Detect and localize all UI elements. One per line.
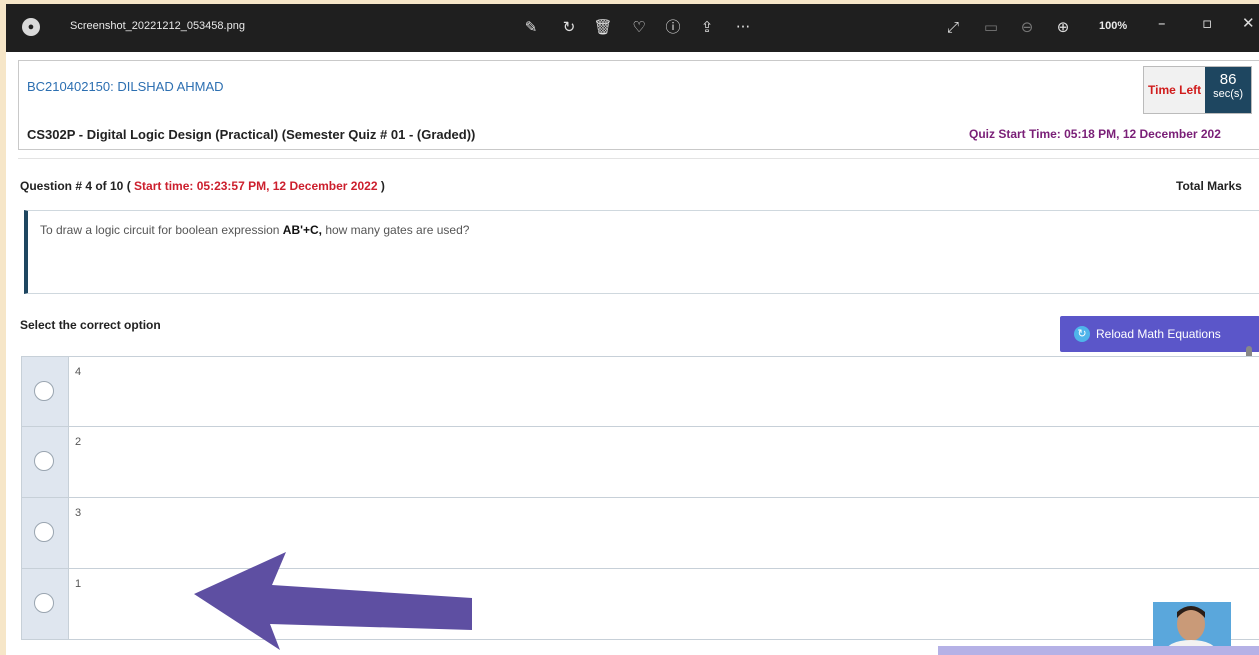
boolean-expression: AB'+C, (282, 223, 322, 237)
refresh-icon: ↻ (1074, 326, 1090, 342)
minimize-icon[interactable]: – (1158, 14, 1166, 32)
question-box: To draw a logic circuit for boolean expr… (24, 210, 1259, 294)
total-marks: Total Marks (1176, 179, 1242, 193)
option-text: 3 (75, 507, 82, 519)
quiz-start-time: Quiz Start Time: 05:18 PM, 12 December 2… (969, 127, 1221, 141)
option-text: 1 (75, 578, 82, 590)
file-name: Screenshot_20221212_053458.png (70, 20, 245, 32)
option-radio[interactable] (34, 522, 54, 542)
bottom-button-edge[interactable] (938, 646, 1259, 655)
student-name: BC210402150: DILSHAD AHMAD (27, 79, 224, 94)
question-text-pre: To draw a logic circuit for boolean expr… (40, 223, 283, 237)
heart-icon[interactable]: ♡ (628, 16, 650, 38)
restore-icon[interactable]: ▫ (1202, 14, 1212, 32)
option-radio[interactable] (34, 451, 54, 471)
time-left-value: 86 (1219, 71, 1237, 88)
radio-cell (22, 498, 69, 568)
option-text: 2 (75, 436, 82, 448)
reload-button-label: Reload Math Equations (1096, 327, 1221, 341)
time-left-label: Time Left (1144, 67, 1206, 113)
radio-cell (22, 569, 69, 639)
zoom-in-icon[interactable]: ⊕ (1052, 16, 1074, 38)
time-left-box: Time Left 86 sec(s) (1143, 66, 1253, 114)
time-left-unit: sec(s) (1213, 88, 1244, 100)
fit-icon[interactable]: ▭ (980, 16, 1002, 38)
photo-viewer-toolbar: ● Screenshot_20221212_053458.png ✎ ↻ 🗑 ♡… (6, 4, 1259, 52)
reload-math-equations-button[interactable]: ↻ Reload Math Equations (1060, 316, 1259, 352)
close-icon[interactable]: ✕ (1242, 14, 1255, 32)
option-row[interactable]: 2 (21, 427, 1259, 498)
zoom-out-icon[interactable]: ⊖ (1016, 16, 1038, 38)
zoom-level: 100% (1099, 20, 1128, 32)
question-number: Question # 4 of 10 ( Start time: 05:23:5… (20, 179, 385, 193)
option-row[interactable]: 4 (21, 356, 1259, 427)
question-text-post: how many gates are used? (322, 223, 470, 237)
annotation-arrow-icon (194, 552, 472, 650)
course-title: CS302P - Digital Logic Design (Practical… (27, 127, 476, 142)
more-icon[interactable]: ··· (732, 16, 754, 38)
radio-cell (22, 357, 69, 426)
delete-icon[interactable]: 🗑 (592, 16, 614, 38)
option-radio[interactable] (34, 381, 54, 401)
rotate-icon[interactable]: ↻ (558, 16, 580, 38)
option-text: 4 (75, 366, 82, 378)
question-start-time: Start time: 05:23:57 PM, 12 December 202… (134, 179, 378, 193)
quiz-header: BC210402150: DILSHAD AHMAD CS302P - Digi… (18, 60, 1259, 150)
share-icon[interactable]: ⇪ (696, 16, 718, 38)
fullscreen-icon[interactable]: ⤢ (942, 16, 964, 38)
info-icon[interactable]: ⓘ (662, 16, 684, 38)
question-text: To draw a logic circuit for boolean expr… (40, 223, 469, 237)
quiz-page: BC210402150: DILSHAD AHMAD CS302P - Digi… (6, 52, 1259, 655)
question-suffix: ) (380, 179, 385, 193)
photos-app-icon: ● (22, 18, 40, 36)
time-left-counter: 86 sec(s) (1205, 67, 1252, 113)
radio-cell (22, 427, 69, 497)
option-radio[interactable] (34, 593, 54, 613)
question-prefix: Question # 4 of 10 ( (20, 179, 131, 193)
divider (18, 158, 1259, 159)
edit-icon[interactable]: ✎ (520, 16, 542, 38)
select-option-label: Select the correct option (20, 318, 161, 332)
